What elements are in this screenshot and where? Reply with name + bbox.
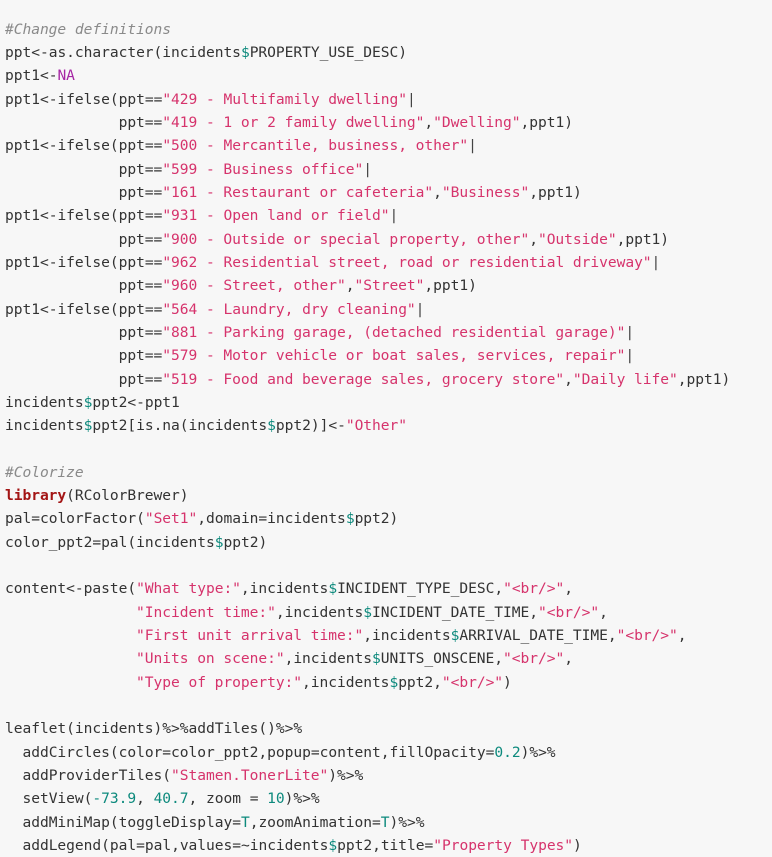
code-line: "Incident time:",incidents$INCIDENT_DATE…: [136, 603, 608, 621]
code-line: color_ppt2=pal(incidents$ppt2): [5, 533, 268, 551]
code-line: ppt=="579 - Motor vehicle or boat sales,…: [118, 347, 635, 365]
code-line: addMiniMap(toggleDisplay=T,zoomAnimation…: [22, 813, 425, 831]
code-line: addCircles(color=color_ppt2,popup=conten…: [22, 743, 556, 761]
code-line: ppt1<-ifelse(ppt=="931 - Open land or fi…: [5, 207, 399, 225]
code-line: leaflet(incidents)%>%addTiles()%>%: [5, 720, 303, 738]
code-line: ppt1<-ifelse(ppt=="429 - Multifamily dwe…: [5, 90, 416, 108]
code-line: ppt=="960 - Street, other","Street",ppt1…: [118, 277, 477, 295]
code-line: incidents$ppt2[is.na(incidents$ppt2)]<-"…: [5, 417, 407, 435]
code-line: ppt=="419 - 1 or 2 family dwelling","Dwe…: [118, 113, 573, 131]
code-line: ppt=="900 - Outside or special property,…: [118, 230, 670, 248]
code-line: ppt=="519 - Food and beverage sales, gro…: [118, 370, 731, 388]
code-line: "Units on scene:",incidents$UNITS_ONSCEN…: [136, 650, 573, 668]
code-line: "First unit arrival time:",incidents$ARR…: [136, 627, 687, 645]
code-line: ppt=="161 - Restaurant or cafeteria","Bu…: [118, 183, 582, 201]
code-line: "Type of property:",incidents$ppt2,"<br/…: [136, 673, 512, 691]
code-line: addLegend(pal=pal,values=~incidents$ppt2…: [22, 837, 582, 855]
code-line: ppt1<-ifelse(ppt=="962 - Residential str…: [5, 253, 661, 271]
code-line: #Colorize: [5, 463, 84, 481]
code-line: ppt=="599 - Business office"|: [118, 160, 372, 178]
code-line: setView(-73.9, 40.7, zoom = 10)%>%: [22, 790, 320, 808]
code-line: pal=colorFactor("Set1",domain=incidents$…: [5, 510, 399, 528]
code-line: ppt1<-ifelse(ppt=="564 - Laundry, dry cl…: [5, 300, 425, 318]
code-line: ppt=="881 - Parking garage, (detached re…: [118, 323, 635, 341]
code-line: library(RColorBrewer): [5, 487, 189, 505]
code-line: content<-paste("What type:",incidents$IN…: [5, 580, 573, 598]
code-line: ppt1<-NA: [5, 67, 75, 85]
code-line: ppt<-as.character(incidents$PROPERTY_USE…: [5, 43, 407, 61]
code-line: incidents$ppt2<-ppt1: [5, 393, 180, 411]
code-line: ppt1<-ifelse(ppt=="500 - Mercantile, bus…: [5, 137, 477, 155]
code-line: #Change definitions: [5, 20, 171, 38]
code-block[interactable]: #Change definitions ppt<-as.character(inc…: [0, 14, 772, 854]
code-line: addProviderTiles("Stamen.TonerLite")%>%: [22, 767, 364, 785]
